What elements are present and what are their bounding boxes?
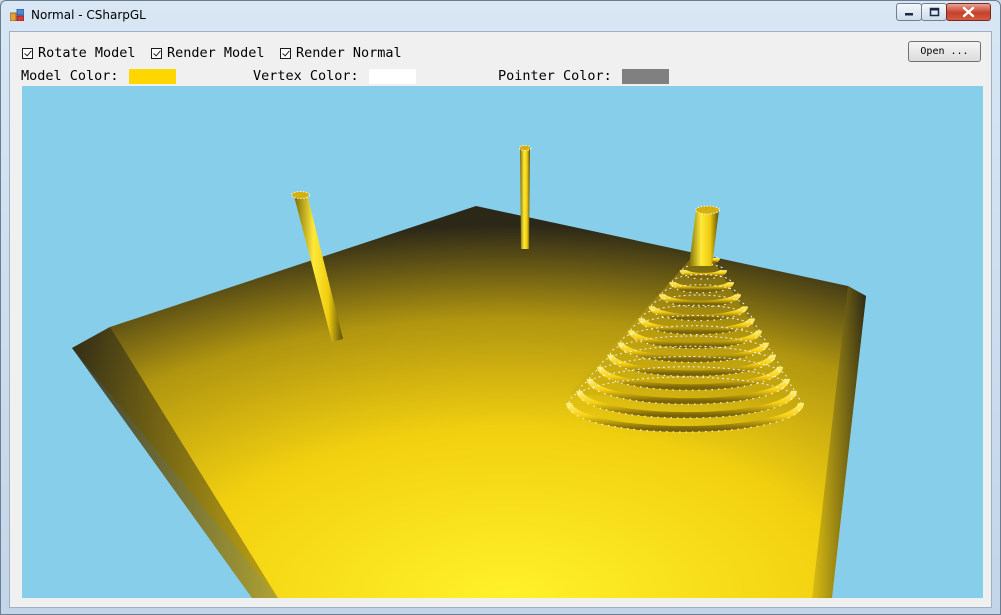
- checkbox-check-icon: [22, 47, 33, 59]
- app-window: Normal - CSharpGL Rotate Model Render Mo…: [0, 0, 1001, 615]
- minimize-icon: [905, 13, 913, 16]
- render-model-checkbox[interactable]: Render Model: [151, 44, 265, 62]
- checkbox-check-icon: [151, 47, 162, 59]
- window-title: Normal - CSharpGL: [31, 8, 146, 22]
- rotate-model-checkbox[interactable]: Rotate Model: [22, 44, 136, 62]
- minimize-button[interactable]: [896, 3, 922, 21]
- vertex-color-row: Vertex Color:: [253, 67, 416, 85]
- render-normal-label: Render Normal: [296, 45, 402, 61]
- client-area: Rotate Model Render Model Render Normal …: [9, 31, 992, 608]
- pointer-color-row: Pointer Color:: [498, 67, 669, 85]
- gl-viewport[interactable]: [22, 86, 983, 598]
- pointer-color-label: Pointer Color:: [498, 68, 612, 84]
- base-plate: [72, 206, 866, 598]
- vertex-color-label: Vertex Color:: [253, 68, 359, 84]
- open-button[interactable]: Open ...: [908, 41, 981, 62]
- render-normal-checkbox[interactable]: Render Normal: [280, 44, 402, 62]
- scene-render: [72, 145, 866, 598]
- title-bar[interactable]: Normal - CSharpGL: [1, 1, 1000, 31]
- model-color-label: Model Color:: [21, 68, 119, 84]
- close-icon: [962, 6, 975, 18]
- checkbox-check-icon: [280, 47, 291, 59]
- vertex-color-swatch[interactable]: [368, 68, 416, 84]
- maximize-icon: [929, 7, 940, 17]
- pointer-color-swatch[interactable]: [621, 68, 669, 84]
- close-button[interactable]: [946, 3, 991, 21]
- render-model-label: Render Model: [167, 45, 265, 61]
- rotate-model-label: Rotate Model: [38, 45, 136, 61]
- app-icon: [10, 9, 24, 21]
- model-color-row: Model Color:: [21, 67, 176, 85]
- model-color-swatch[interactable]: [128, 68, 176, 84]
- maximize-button[interactable]: [921, 3, 947, 21]
